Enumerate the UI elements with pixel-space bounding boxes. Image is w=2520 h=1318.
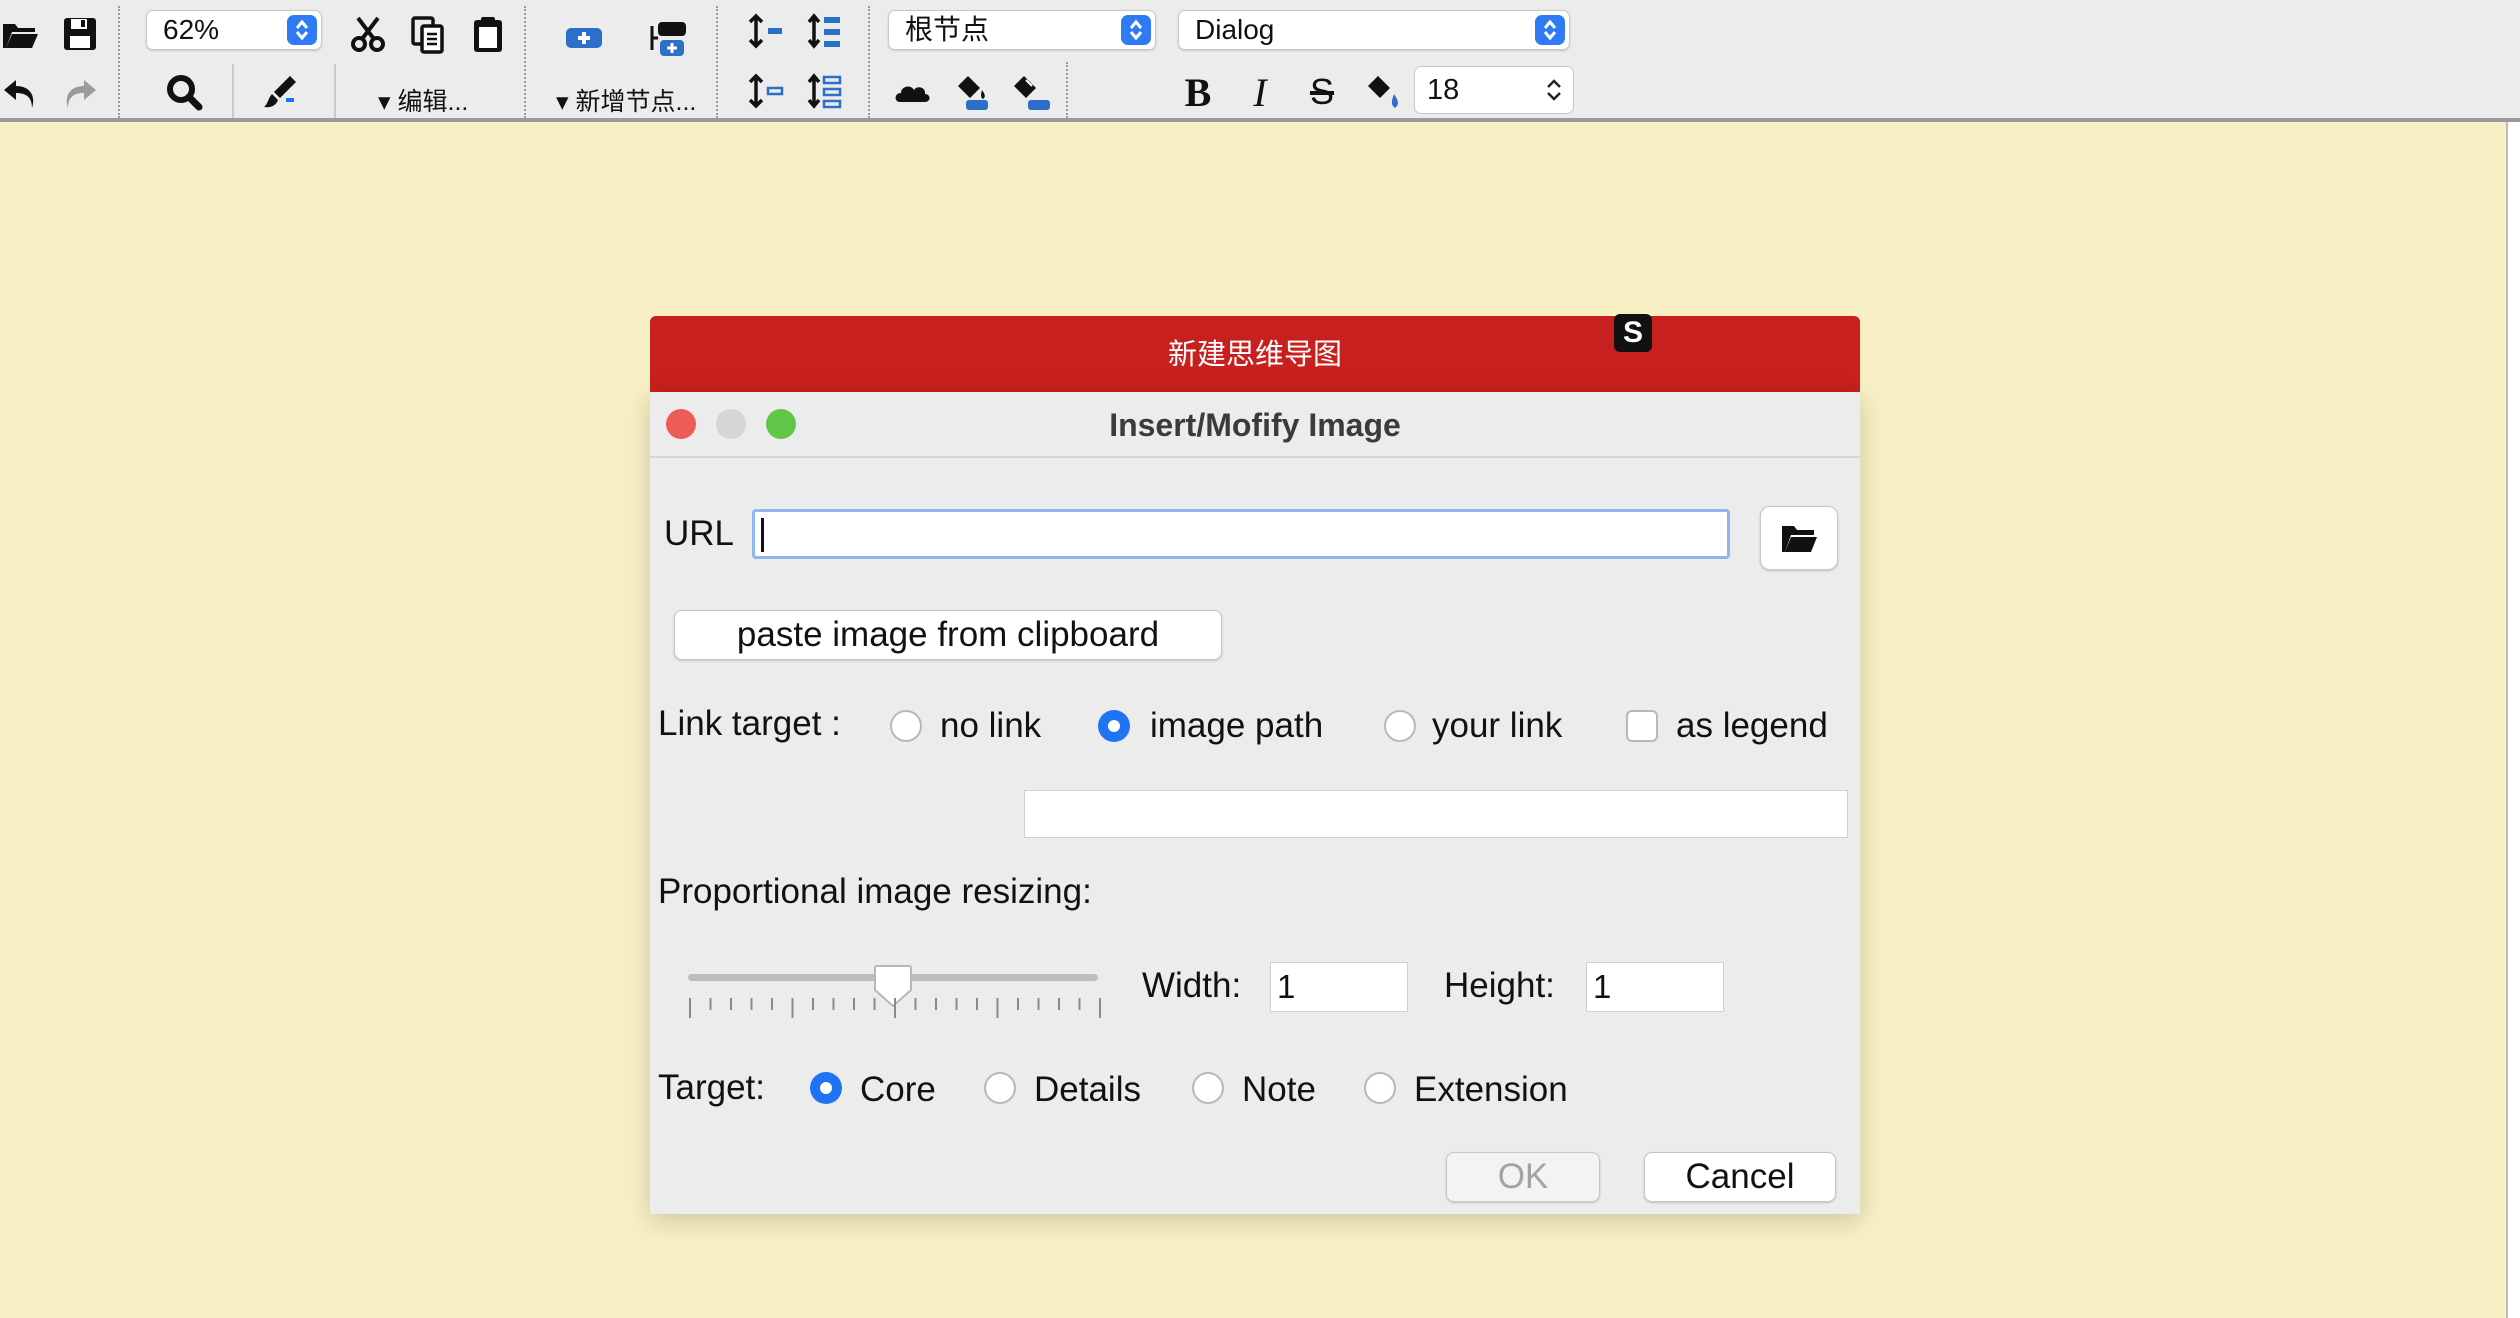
target-extension-radio[interactable] bbox=[1364, 1072, 1396, 1104]
open-folder-icon[interactable] bbox=[0, 8, 48, 60]
undo-icon[interactable] bbox=[0, 68, 48, 120]
zoom-value: 62% bbox=[163, 14, 220, 45]
cancel-button-label: Cancel bbox=[1685, 1157, 1795, 1196]
image-path-radio[interactable] bbox=[1098, 710, 1130, 742]
zoom-select[interactable]: 62% bbox=[146, 10, 322, 50]
strikethrough-icon[interactable]: S bbox=[1294, 66, 1350, 118]
width-input[interactable]: 1 bbox=[1270, 962, 1408, 1012]
new-node-menu-label: 新增节点... bbox=[575, 88, 697, 116]
cloud-icon[interactable] bbox=[884, 66, 940, 118]
toolbar: 62% ▾ 编辑... ▾ 新增节点... 根节点 Dialog B I S 1… bbox=[0, 0, 2520, 122]
font-select[interactable]: Dialog bbox=[1178, 10, 1570, 50]
node-style-select[interactable]: 根节点 bbox=[888, 10, 1156, 50]
italic-glyph: I bbox=[1253, 69, 1267, 115]
edit-menu[interactable]: ▾ 编辑... bbox=[378, 82, 468, 118]
target-extension-label[interactable]: Extension bbox=[1414, 1070, 1568, 1110]
height-label: Height: bbox=[1444, 966, 1555, 1005]
paste-icon[interactable] bbox=[460, 8, 516, 60]
as-legend-label[interactable]: as legend bbox=[1676, 706, 1828, 746]
target-core-radio[interactable] bbox=[810, 1072, 842, 1104]
as-legend-checkbox[interactable] bbox=[1626, 710, 1658, 742]
target-core-label[interactable]: Core bbox=[860, 1070, 936, 1110]
save-icon[interactable] bbox=[52, 8, 108, 60]
target-note-label[interactable]: Note bbox=[1242, 1070, 1316, 1110]
link-target-label: Link target : bbox=[658, 704, 841, 743]
outline-nodes-icon[interactable] bbox=[798, 66, 854, 118]
open-folder-icon bbox=[1782, 526, 1817, 552]
spinner-arrows-icon[interactable] bbox=[1545, 76, 1563, 104]
move-up-icon[interactable] bbox=[738, 6, 794, 58]
no-link-label[interactable]: no link bbox=[940, 706, 1041, 746]
app-banner-title: 新建思维导图 bbox=[1167, 337, 1342, 371]
zoom-stepper-icon[interactable] bbox=[287, 15, 317, 45]
strike-glyph: S bbox=[1309, 71, 1334, 112]
width-value: 1 bbox=[1277, 968, 1296, 1005]
edit-menu-label: 编辑... bbox=[397, 88, 469, 116]
slider-ticks bbox=[689, 998, 1101, 1018]
paste-button-label: paste image from clipboard bbox=[736, 615, 1160, 654]
list-nodes-icon[interactable] bbox=[798, 6, 854, 58]
target-label: Target: bbox=[658, 1068, 765, 1107]
height-input[interactable]: 1 bbox=[1586, 962, 1724, 1012]
your-link-radio[interactable] bbox=[1384, 710, 1416, 742]
ok-button-label: OK bbox=[1497, 1157, 1549, 1196]
brush-icon[interactable] bbox=[252, 66, 308, 118]
target-note-radio[interactable] bbox=[1192, 1072, 1224, 1104]
app-banner: 新建思维导图 bbox=[650, 316, 1860, 392]
input-method-badge-icon: S bbox=[1614, 314, 1652, 352]
height-value: 1 bbox=[1593, 968, 1612, 1005]
font-value: Dialog bbox=[1195, 14, 1275, 45]
cancel-button[interactable]: Cancel bbox=[1644, 1152, 1836, 1202]
font-size-spinner[interactable]: 18 bbox=[1414, 66, 1574, 114]
browse-button[interactable] bbox=[1760, 506, 1838, 570]
move-down-icon[interactable] bbox=[738, 66, 794, 118]
url-label: URL bbox=[664, 514, 735, 553]
canvas-scroll-edge bbox=[2506, 122, 2520, 1318]
new-node-menu[interactable]: ▾ 新增节点... bbox=[556, 82, 696, 118]
edge-color-icon[interactable] bbox=[1004, 66, 1060, 118]
bold-glyph: B bbox=[1184, 69, 1212, 115]
search-icon[interactable] bbox=[156, 66, 212, 118]
add-child-node-icon[interactable] bbox=[556, 12, 612, 64]
your-link-label[interactable]: your link bbox=[1432, 706, 1562, 746]
font-stepper-icon[interactable] bbox=[1535, 15, 1565, 45]
node-style-stepper-icon[interactable] bbox=[1121, 15, 1151, 45]
dialog-title: Insert/Mofify Image bbox=[1109, 407, 1401, 443]
url-input[interactable] bbox=[752, 509, 1730, 559]
font-size-value: 18 bbox=[1427, 74, 1460, 106]
resize-label: Proportional image resizing: bbox=[658, 872, 1092, 911]
node-style-value: 根节点 bbox=[905, 13, 990, 46]
text-color-icon[interactable] bbox=[1356, 66, 1412, 118]
ok-button[interactable]: OK bbox=[1446, 1152, 1600, 1202]
target-details-radio[interactable] bbox=[984, 1072, 1016, 1104]
cut-icon[interactable] bbox=[340, 8, 396, 60]
insert-image-dialog: Insert/Mofify Image URL paste image from… bbox=[650, 392, 1860, 1214]
paste-from-clipboard-button[interactable]: paste image from clipboard bbox=[674, 610, 1222, 660]
fill-color-icon[interactable] bbox=[944, 66, 1000, 118]
badge-letter: S bbox=[1622, 316, 1643, 349]
text-caret bbox=[761, 518, 764, 552]
redo-icon bbox=[52, 68, 108, 120]
link-value-input[interactable] bbox=[1024, 790, 1848, 838]
image-path-label[interactable]: image path bbox=[1150, 706, 1323, 746]
dialog-titlebar: Insert/Mofify Image bbox=[650, 392, 1860, 458]
add-sibling-node-icon[interactable] bbox=[640, 12, 696, 64]
italic-icon[interactable]: I bbox=[1232, 66, 1288, 118]
bold-icon[interactable]: B bbox=[1170, 66, 1226, 118]
copy-icon[interactable] bbox=[400, 8, 456, 60]
no-link-radio[interactable] bbox=[890, 710, 922, 742]
target-details-label[interactable]: Details bbox=[1034, 1070, 1141, 1110]
width-label: Width: bbox=[1142, 966, 1242, 1005]
